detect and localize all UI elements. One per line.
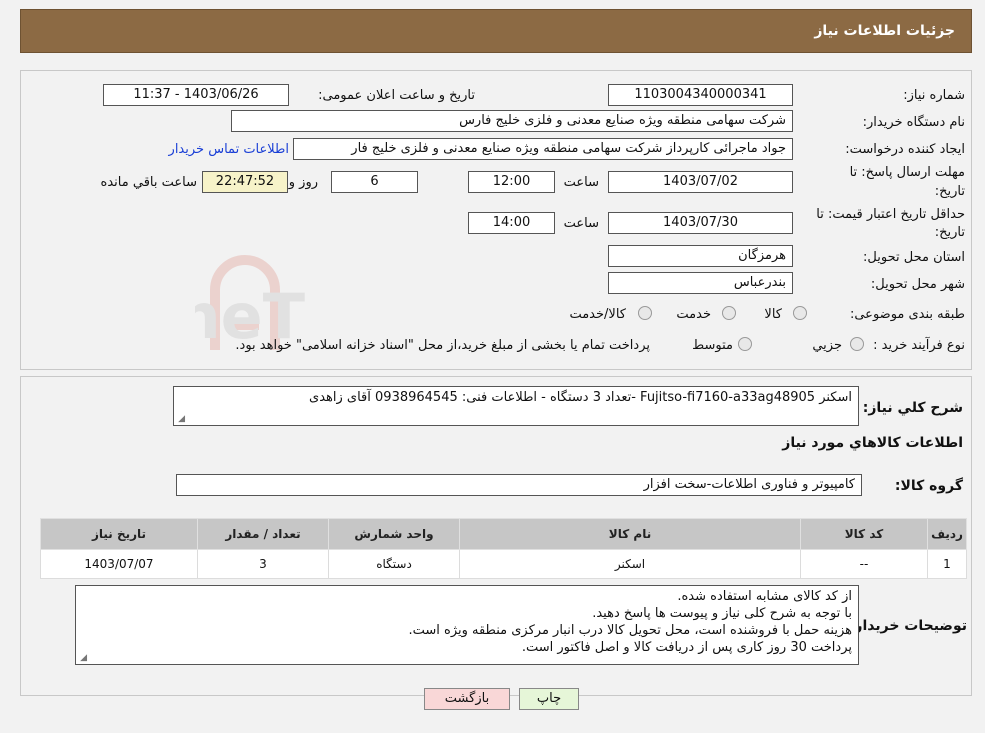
process-radio-minor[interactable] [850,337,864,351]
city-label: شهر محل تحویل: [870,277,965,292]
resize-grip-icon[interactable]: ◢ [177,415,185,424]
remaining-time-field: 22:47:52 [202,171,288,193]
city-field: بندرعباس [608,272,793,294]
deadline-time-field: 12:00 [468,171,555,193]
buyer-contact-link[interactable]: اطلاعات تماس خریدار [169,142,289,157]
category-option-goods-service: کالا/خدمت [569,307,626,322]
page-header: جزئیات اطلاعات نیاز [20,9,972,53]
need-number-label: شماره نیاز: [903,88,965,103]
remaining-label: ساعت باقي مانده [100,175,197,190]
validity-label: حداقل تاریخ اعتبار قیمت: تا [816,207,965,222]
col-name: نام کالا [459,518,801,550]
category-radio-service[interactable] [722,306,736,320]
category-option-service: خدمت [676,307,711,322]
cell-row: 1 [927,549,967,579]
notes-line: با توجه به شرح کلی نیاز و پیوست ها پاسخ … [592,606,852,621]
deadline-label: مهلت ارسال پاسخ: تا [849,165,965,180]
creator-field: جواد ماجرائی کارپرداز شرکت سهامی منطقه و… [293,138,793,160]
category-option-goods: کالا [764,307,782,322]
province-label: استان محل تحویل: [863,250,965,265]
notes-line: از کد کالای مشابه استفاده شده. [677,589,852,604]
table-header-row: رديف کد کالا نام کالا واحد شمارش تعداد /… [40,518,967,550]
cell-name: اسکنر [459,549,801,579]
notes-textarea: از کد کالای مشابه استفاده شده. با توجه ب… [75,585,859,665]
cell-need-date: 1403/07/07 [40,549,198,579]
resize-grip-icon[interactable]: ◢ [79,654,87,663]
col-unit: واحد شمارش [328,518,460,550]
province-field: هرمزگان [608,245,793,267]
days-remaining-field: 6 [331,171,418,193]
cell-code: -- [800,549,928,579]
buyer-org-label: نام دستگاه خریدار: [862,115,965,130]
validity-label-date: تاریخ: [934,225,965,240]
process-label: نوع فرآیند خرید : [873,338,965,353]
need-number-field: 1103004340000341 [608,84,793,106]
group-field: کامپیوتر و فناوری اطلاعات-سخت افزار [176,474,862,496]
notes-line: پرداخت 30 روز کاری پس از دریافت کالا و ا… [521,640,852,655]
announce-datetime-field: 1403/06/26 - 11:37 [103,84,289,106]
notes-label: توضیحات خریدار: [848,618,967,634]
validity-date-field: 1403/07/30 [608,212,793,234]
category-label: طبقه بندی موضوعی: [849,307,965,322]
goods-table: رديف کد کالا نام کالا واحد شمارش تعداد /… [40,518,967,579]
cell-quantity: 3 [197,549,329,579]
category-radio-goods-service[interactable] [638,306,652,320]
buyer-org-field: شرکت سهامی منطقه ویژه صنایع معدنی و فلزی… [231,110,793,132]
process-radio-medium[interactable] [738,337,752,351]
process-option-minor: جزیي [812,338,842,353]
validity-time-label: ساعت [563,216,599,231]
validity-time-field: 14:00 [468,212,555,234]
cell-unit: دستگاه [328,549,460,579]
back-button[interactable]: بازگشت [424,688,510,710]
col-code: کد کالا [800,518,928,550]
col-quantity: تعداد / مقدار [197,518,329,550]
summary-label: شرح کلي نياز: [862,400,963,416]
summary-text: اسکنر Fujitso-fi7160-a33ag48905 -تعداد 3… [309,390,852,405]
creator-label: ایجاد کننده درخواست: [845,142,965,157]
deadline-label-date: تاریخ: [934,184,965,199]
summary-textarea: اسکنر Fujitso-fi7160-a33ag48905 -تعداد 3… [173,386,859,426]
process-note: پرداخت تمام یا بخشی از مبلغ خرید،از محل … [235,338,650,353]
days-label: روز و [288,175,318,190]
deadline-time-label: ساعت [563,175,599,190]
category-radio-goods[interactable] [793,306,807,320]
process-option-medium: متوسط [692,338,733,353]
deadline-date-field: 1403/07/02 [608,171,793,193]
table-row: 1 -- اسکنر دستگاه 3 1403/07/07 [40,549,967,579]
notes-line: هزینه حمل با فروشنده است، محل تحویل کالا… [408,623,852,638]
announce-label: تاریخ و ساعت اعلان عمومی: [318,88,475,103]
col-need-date: تاریخ نیاز [40,518,198,550]
page-title: جزئیات اطلاعات نیاز [814,23,955,39]
group-label: گروه کالا: [894,478,963,494]
print-button[interactable]: چاپ [519,688,579,710]
col-row: رديف [927,518,967,550]
goods-section-title: اطلاعات کالاهاي مورد نياز [782,435,963,451]
